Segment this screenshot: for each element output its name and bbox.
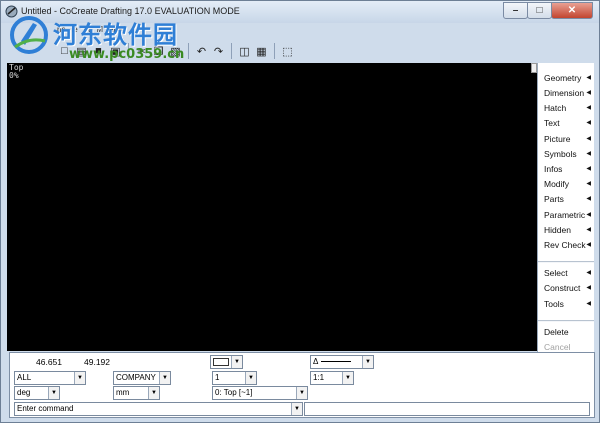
arrow-left-icon: ◀ (586, 181, 591, 187)
side-item-rev-check[interactable]: Rev Check ◀ (538, 238, 594, 253)
watermark-logo-icon (10, 16, 48, 54)
color-select[interactable]: ▼ (210, 355, 243, 369)
chevron-down-icon: ▼ (342, 372, 353, 384)
x-coordinate: 46.651 (36, 357, 62, 367)
watermark-title: 河东软件园 (53, 21, 178, 49)
arrow-left-icon: ◀ (586, 270, 591, 276)
length-unit-select[interactable]: mm ▼ (113, 386, 160, 400)
line-style-select[interactable]: Δ ▼ (310, 355, 374, 369)
side-item-picture[interactable]: Picture ◀ (538, 132, 594, 147)
chevron-down-icon: ▼ (296, 387, 307, 399)
side-item-geometry[interactable]: Geometry ◀ (538, 71, 594, 86)
maximize-button[interactable]: □ (527, 2, 552, 19)
select-box-icon[interactable]: ⬚ (279, 43, 296, 60)
chevron-down-icon: ▼ (291, 403, 302, 415)
chevron-down-icon: ▼ (148, 387, 159, 399)
command-output (304, 402, 590, 416)
arrow-left-icon: ◀ (586, 196, 591, 202)
minimize-button[interactable]: – (503, 2, 528, 19)
chevron-down-icon: ▼ (231, 356, 242, 368)
side-item-delete[interactable]: Delete (538, 325, 594, 340)
side-menu: Geometry ◀ Dimension ◀ Hatch ◀ Text ◀ Pictur… (537, 63, 594, 355)
chevron-down-icon: ▼ (362, 356, 373, 368)
side-item-modify[interactable]: Modify ◀ (538, 177, 594, 192)
drawing-canvas[interactable]: Top 0% (7, 63, 537, 351)
side-item-symbols[interactable]: Symbols ◀ (538, 147, 594, 162)
arrow-left-icon: ◀ (586, 166, 591, 172)
arrow-left-icon: ◀ (586, 212, 591, 218)
side-item-parts[interactable]: Parts ◀ (538, 192, 594, 207)
line-style-symbol: Δ (313, 357, 319, 366)
company-select[interactable]: COMPANY ▼ (113, 371, 171, 385)
y-coordinate: 49.192 (84, 357, 110, 367)
chevron-down-icon: ▼ (74, 372, 85, 384)
app-window: Untitled - CoCreate Drafting 17.0 EVALUA… (0, 0, 600, 423)
side-item-select[interactable]: Select ◀ (538, 266, 594, 281)
status-panel: 46.651 49.192 ▼ Δ ▼ ALL ▼ COMPANY ▼ 1 ▼ 1:1 ▼… (9, 352, 595, 418)
chevron-down-icon: ▼ (48, 387, 59, 399)
side-item-text[interactable]: Text ◀ (538, 116, 594, 131)
toolbar-separator (274, 43, 275, 59)
scale-select[interactable]: 1:1 ▼ (310, 371, 354, 385)
command-input[interactable]: Enter command ▼ (14, 402, 303, 416)
line-sample (321, 361, 352, 363)
angle-unit-select[interactable]: deg ▼ (14, 386, 60, 400)
maximize-icon: □ (536, 5, 543, 16)
arrow-left-icon: ◀ (586, 301, 591, 307)
arrow-left-icon: ◀ (586, 136, 591, 142)
arrow-left-icon: ◀ (586, 105, 591, 111)
layer-filter-select[interactable]: ALL ▼ (14, 371, 86, 385)
arrow-left-icon: ◀ (586, 75, 591, 81)
arrow-left-icon: ◀ (586, 151, 591, 157)
split-view-icon[interactable]: ◫ (236, 43, 253, 60)
arrow-left-icon: ◀ (586, 285, 591, 291)
side-item-construct[interactable]: Construct ◀ (538, 281, 594, 296)
minimize-icon: – (512, 5, 519, 16)
toolbar-separator (231, 43, 232, 59)
redo-icon[interactable]: ↷ (210, 43, 227, 60)
chevron-down-icon: ▼ (159, 372, 170, 384)
close-button[interactable]: ✕ (551, 2, 593, 19)
side-item-infos[interactable]: Infos ◀ (538, 162, 594, 177)
width-select[interactable]: 1 ▼ (212, 371, 257, 385)
side-item-hidden[interactable]: Hidden ◀ (538, 223, 594, 238)
side-item-hatch[interactable]: Hatch ◀ (538, 101, 594, 116)
chevron-down-icon: ▼ (245, 372, 256, 384)
toolbar-separator (188, 43, 189, 59)
arrow-left-icon: ◀ (586, 227, 591, 233)
side-menu-separator (538, 320, 594, 322)
viewport-select[interactable]: 0: Top [~1] ▼ (212, 386, 308, 400)
arrow-left-icon: ◀ (586, 120, 591, 126)
color-swatch (213, 358, 229, 366)
zoom-level: 0% (9, 71, 19, 80)
calculator-icon[interactable]: ▦ (253, 43, 270, 60)
arrow-left-icon: ◀ (586, 90, 591, 96)
side-item-parametric[interactable]: Parametric ◀ (538, 208, 594, 223)
undo-icon[interactable]: ↶ (193, 43, 210, 60)
side-item-tools[interactable]: Tools ◀ (538, 297, 594, 312)
side-item-dimension[interactable]: Dimension ◀ (538, 86, 594, 101)
close-icon: ✕ (567, 5, 577, 16)
watermark-url: www.pc0359.cn (69, 47, 185, 62)
view-label: Top 0% (9, 64, 23, 80)
side-menu-separator (538, 261, 594, 263)
arrow-left-icon: ◀ (586, 242, 591, 248)
